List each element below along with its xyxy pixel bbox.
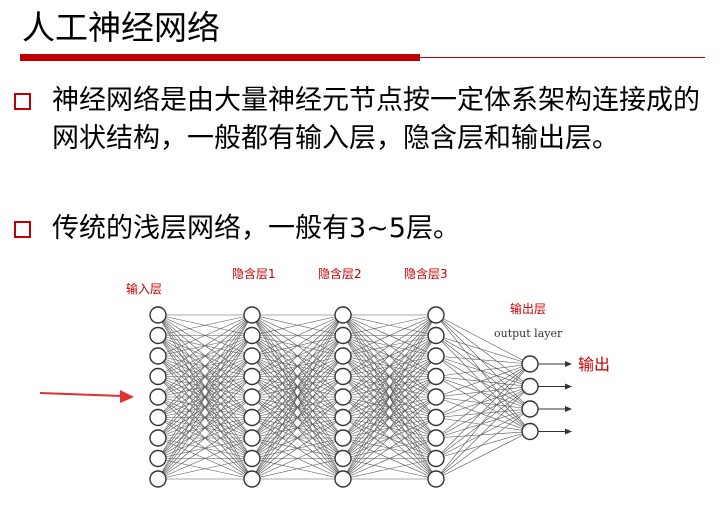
input-node — [149, 470, 167, 488]
input-node — [149, 306, 167, 324]
hidden-node — [427, 449, 445, 468]
input-node — [149, 449, 167, 468]
connection-line — [435, 355, 531, 432]
hidden-node — [243, 388, 261, 406]
output-arrow-head — [565, 383, 572, 390]
input-node — [149, 429, 167, 447]
hidden-node — [427, 429, 445, 447]
hidden-node — [427, 347, 445, 365]
output-node — [521, 400, 539, 418]
hidden-node — [427, 306, 445, 324]
hidden-node — [334, 470, 352, 488]
hidden-node — [427, 388, 445, 406]
hidden-node — [243, 306, 261, 324]
hidden-node — [334, 367, 352, 386]
output-node — [521, 422, 539, 441]
hidden-node — [243, 347, 261, 365]
hidden-node — [334, 306, 352, 324]
input-node — [149, 408, 167, 427]
output-arrow-head — [565, 406, 572, 412]
connection-line — [435, 386, 531, 459]
hidden-node — [334, 388, 352, 406]
connection-line — [435, 314, 531, 410]
neural-network-diagram — [39, 306, 572, 488]
hidden-node — [243, 449, 261, 468]
hidden-node — [243, 408, 261, 427]
hidden-node — [243, 429, 261, 447]
hidden-node — [334, 449, 352, 468]
connection-line — [435, 314, 531, 387]
hidden-node — [334, 429, 352, 447]
input-node — [149, 347, 167, 365]
red-pointer-arrow — [39, 390, 134, 403]
hidden-node — [243, 367, 261, 386]
output-arrows — [538, 361, 572, 435]
hidden-node — [427, 408, 445, 427]
input-node — [149, 388, 167, 406]
connection-line — [435, 396, 531, 410]
output-node — [521, 377, 539, 396]
connection-line — [435, 431, 531, 459]
hidden-node — [427, 367, 445, 386]
hidden-node — [427, 326, 445, 345]
output-arrow-head — [565, 361, 572, 367]
hidden-node — [243, 470, 261, 488]
connection-line — [435, 431, 531, 480]
pointer-arrow-shaft — [39, 392, 123, 397]
pointer-arrow-head — [120, 390, 134, 403]
connection-line — [435, 363, 531, 377]
hidden-node — [243, 326, 261, 345]
hidden-node — [427, 470, 445, 488]
hidden-node — [334, 347, 352, 365]
connection-line — [435, 386, 531, 439]
input-node — [149, 326, 167, 345]
connection-line — [435, 355, 531, 387]
output-node — [521, 355, 539, 373]
hidden-node — [334, 408, 352, 427]
output-arrow-head — [565, 428, 572, 435]
input-node — [149, 367, 167, 386]
hidden-node — [334, 326, 352, 345]
connection-line — [435, 335, 531, 387]
